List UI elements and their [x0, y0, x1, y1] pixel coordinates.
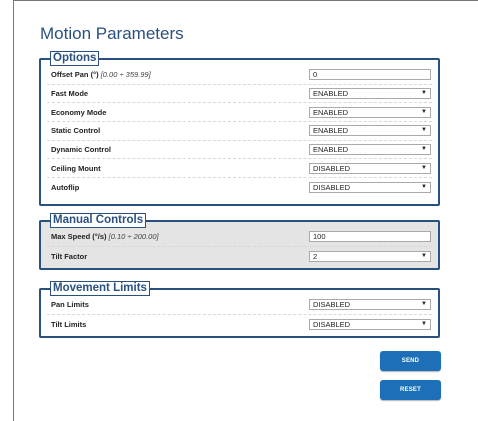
tilt-limits-label: Tilt Limits: [51, 319, 87, 329]
tilt-limits-row: Tilt Limits DISABLED ▼: [47, 315, 432, 334]
reset-button[interactable]: RESET: [380, 380, 441, 400]
autoflip-select[interactable]: DISABLED ▼: [309, 181, 431, 193]
autoflip-label: Autoflip: [51, 182, 80, 192]
offset-pan-row: Offset Pan (°) [0.00 ÷ 359.99] 0: [47, 66, 432, 85]
pan-limits-row: Pan Limits DISABLED ▼: [47, 296, 432, 315]
max-speed-row: Max Speed (°/s) [0.10 ÷ 200.00] 100: [47, 228, 432, 247]
tilt-factor-row: Tilt Factor 2 ▼: [47, 247, 432, 266]
offset-pan-range: [0.00 ÷ 359.99]: [100, 70, 151, 80]
dynamic-control-label: Dynamic Control: [51, 145, 112, 155]
dynamic-control-select[interactable]: ENABLED ▼: [309, 144, 431, 156]
manual-controls-section: Manual Controls Max Speed (°/s) [0.10 ÷ …: [39, 213, 440, 270]
fast-mode-label: Fast Mode: [51, 89, 89, 99]
pan-limits-label: Pan Limits: [51, 300, 89, 310]
pan-limits-select[interactable]: DISABLED ▼: [309, 299, 431, 311]
movement-limits-section: Movement Limits Pan Limits DISABLED ▼ Til…: [39, 281, 440, 338]
options-section: Options Offset Pan (°) [0.00 ÷ 359.99] 0…: [39, 51, 440, 206]
ceiling-mount-row: Ceiling Mount DISABLED ▼: [47, 159, 432, 179]
manual-controls-legend: Manual Controls: [50, 213, 147, 228]
options-legend: Options: [50, 51, 100, 66]
economy-mode-label: Economy Mode: [51, 107, 107, 117]
static-control-row: Static Control ENABLED ▼: [47, 122, 432, 141]
chevron-down-icon: ▼: [421, 183, 427, 190]
chevron-down-icon: ▼: [421, 146, 427, 153]
fast-mode-row: Fast Mode ENABLED ▼: [47, 85, 432, 104]
chevron-down-icon: ▼: [421, 127, 427, 134]
fast-mode-select[interactable]: ENABLED ▼: [309, 88, 431, 100]
ceiling-mount-label: Ceiling Mount: [51, 163, 101, 173]
chevron-down-icon: ▼: [421, 301, 427, 308]
max-speed-input[interactable]: 100: [309, 231, 431, 243]
autoflip-row: Autoflip DISABLED ▼: [47, 178, 432, 197]
movement-limits-legend: Movement Limits: [50, 281, 150, 296]
offset-pan-input[interactable]: 0: [309, 69, 431, 81]
static-control-label: Static Control: [51, 126, 101, 136]
ceiling-mount-select[interactable]: DISABLED ▼: [309, 162, 431, 174]
dynamic-control-row: Dynamic Control ENABLED ▼: [47, 141, 432, 160]
chevron-down-icon: ▼: [421, 320, 427, 327]
tilt-factor-label: Tilt Factor: [51, 251, 88, 261]
chevron-down-icon: ▼: [421, 90, 427, 97]
max-speed-range: [0.10 ÷ 200.00]: [108, 232, 159, 242]
tilt-factor-select[interactable]: 2 ▼: [309, 250, 431, 262]
max-speed-label: Max Speed (°/s) [0.10 ÷ 200.00]: [51, 232, 159, 242]
tilt-limits-select[interactable]: DISABLED ▼: [309, 318, 431, 330]
economy-mode-row: Economy Mode ENABLED ▼: [47, 103, 432, 123]
send-button[interactable]: SEND: [380, 351, 441, 371]
chevron-down-icon: ▼: [421, 252, 427, 259]
page-title: Motion Parameters: [40, 24, 184, 43]
chevron-down-icon: ▼: [421, 164, 427, 171]
static-control-select[interactable]: ENABLED ▼: [309, 125, 431, 137]
chevron-down-icon: ▼: [421, 108, 427, 115]
economy-mode-select[interactable]: ENABLED ▼: [309, 106, 431, 118]
offset-pan-label: Offset Pan (°) [0.00 ÷ 359.99]: [51, 70, 151, 80]
